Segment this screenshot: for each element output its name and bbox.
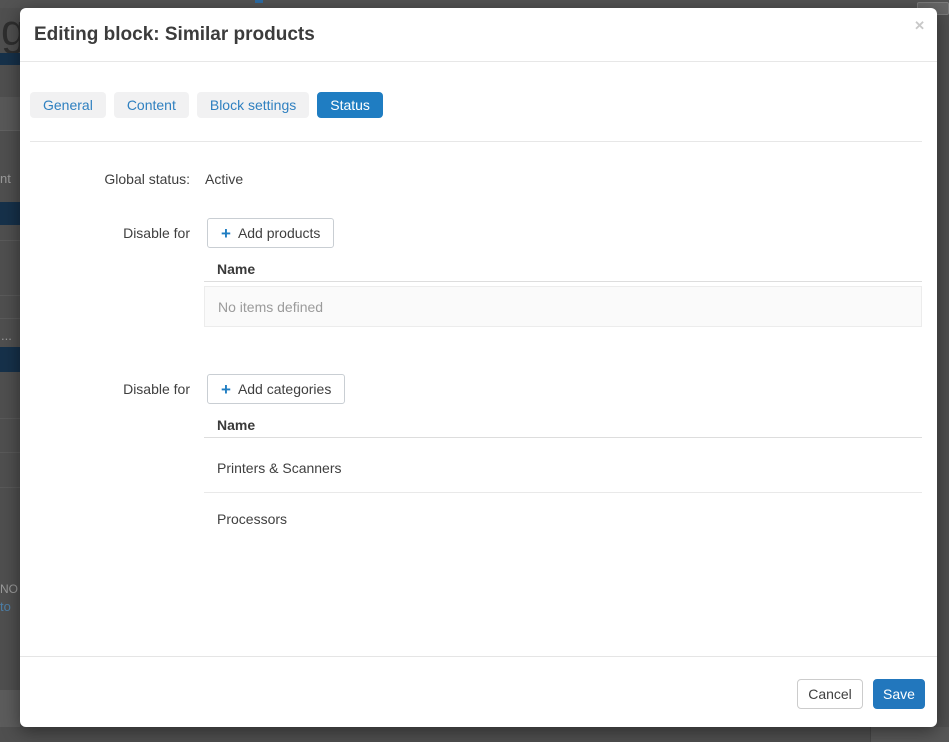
save-button[interactable]: Save xyxy=(873,679,925,709)
background-text-fragment: NO xyxy=(0,582,20,596)
disable-products-label: Disable for xyxy=(20,225,190,241)
background-navy-bar xyxy=(0,53,20,65)
plus-icon: + xyxy=(221,381,231,398)
category-row-border xyxy=(204,492,922,493)
background-navy-bar xyxy=(0,347,20,372)
background-divider xyxy=(870,727,871,742)
modal-footer: Cancel Save xyxy=(20,656,937,727)
global-status-value: Active xyxy=(205,171,243,187)
tab-general[interactable]: General xyxy=(30,92,106,118)
background-text-fragment: nt xyxy=(0,171,20,186)
category-row: Printers & Scanners xyxy=(217,460,342,476)
tab-content[interactable]: Content xyxy=(114,92,189,118)
tab-block-settings[interactable]: Block settings xyxy=(197,92,309,118)
tabs-divider xyxy=(30,141,922,142)
background-bottom-band xyxy=(0,690,20,727)
screen: g nt ... NO to Editing block: Similar pr… xyxy=(0,0,949,742)
background-accent-tick xyxy=(255,0,263,3)
close-icon[interactable]: ✕ xyxy=(914,19,925,33)
global-status-label: Global status: xyxy=(20,171,190,187)
add-categories-button[interactable]: + Add categories xyxy=(207,374,345,404)
disable-categories-label: Disable for xyxy=(20,381,190,397)
background-topbar xyxy=(0,0,949,8)
plus-icon: + xyxy=(221,225,231,242)
background-divider xyxy=(0,130,20,131)
background-heading-fragment: g xyxy=(1,8,21,54)
background-navy-bar xyxy=(0,202,20,225)
tab-bar: General Content Block settings Status xyxy=(30,92,383,118)
cancel-button[interactable]: Cancel xyxy=(797,679,863,709)
background-divider xyxy=(0,418,20,419)
category-row: Processors xyxy=(217,511,287,527)
categories-table-header: Name xyxy=(217,417,255,433)
background-text-fragment: ... xyxy=(1,328,21,343)
background-divider xyxy=(0,240,20,241)
background-divider xyxy=(0,295,20,296)
products-table-header-border xyxy=(204,281,922,282)
products-table-header: Name xyxy=(217,261,255,277)
add-categories-label: Add categories xyxy=(238,381,331,397)
edit-block-modal: Editing block: Similar products ✕ Genera… xyxy=(20,8,937,727)
background-link-fragment: to xyxy=(0,599,20,614)
background-bottom-right xyxy=(871,727,949,742)
products-empty-state: No items defined xyxy=(204,286,922,327)
background-divider xyxy=(0,452,20,453)
tab-status[interactable]: Status xyxy=(317,92,383,118)
background-divider xyxy=(0,487,20,488)
modal-title: Editing block: Similar products xyxy=(34,24,315,46)
categories-table-header-border xyxy=(204,437,922,438)
add-products-label: Add products xyxy=(238,225,321,241)
background-panel xyxy=(0,97,20,130)
add-products-button[interactable]: + Add products xyxy=(207,218,334,248)
background-divider xyxy=(0,318,20,319)
modal-header: Editing block: Similar products ✕ xyxy=(20,8,937,62)
